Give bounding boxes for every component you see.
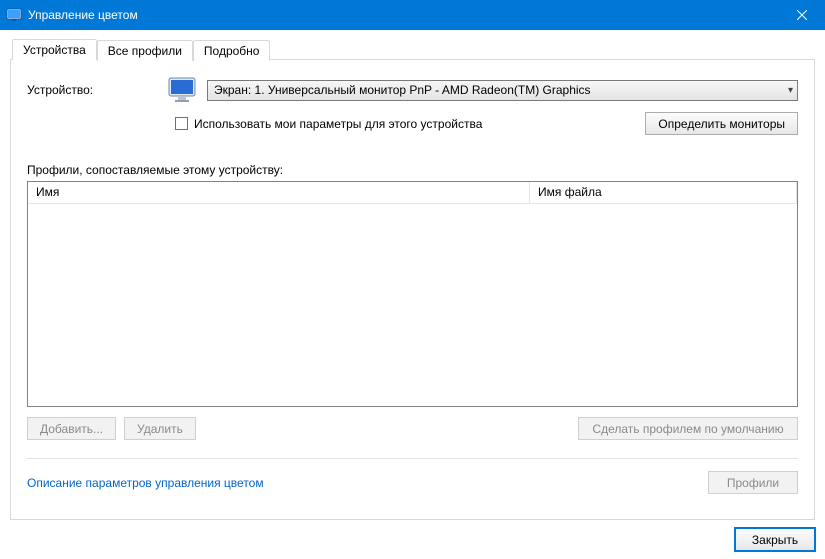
dialog-footer: Закрыть [10, 528, 815, 551]
device-select-value: Экран: 1. Универсальный монитор PnP - AM… [214, 83, 591, 97]
use-my-settings-checkbox[interactable] [175, 117, 188, 130]
profiles-button: Профили [708, 471, 798, 494]
chevron-down-icon: ▾ [788, 85, 793, 96]
description-link[interactable]: Описание параметров управления цветом [27, 476, 264, 490]
device-row: Устройство: Экран: 1. Универсальный мони… [27, 76, 798, 104]
column-file[interactable]: Имя файла [530, 182, 797, 203]
window-title: Управление цветом [28, 8, 779, 22]
device-label: Устройство: [27, 83, 167, 97]
devices-panel: Устройство: Экран: 1. Универсальный мони… [10, 59, 815, 520]
identify-monitors-button[interactable]: Определить мониторы [645, 112, 798, 135]
monitor-icon [167, 76, 199, 104]
add-button: Добавить... [27, 417, 116, 440]
use-settings-row: Использовать мои параметры для этого уст… [27, 112, 798, 135]
column-name[interactable]: Имя [28, 182, 530, 203]
tab-strip: Устройства Все профили Подробно [10, 38, 815, 60]
close-dialog-button[interactable]: Закрыть [735, 528, 815, 551]
tab-all-profiles[interactable]: Все профили [97, 40, 193, 61]
title-bar: Управление цветом [0, 0, 825, 30]
use-my-settings-label: Использовать мои параметры для этого уст… [194, 117, 482, 131]
tab-advanced[interactable]: Подробно [193, 40, 271, 61]
close-button[interactable] [779, 0, 825, 30]
device-select[interactable]: Экран: 1. Универсальный монитор PnP - AM… [207, 80, 798, 101]
divider [27, 458, 798, 459]
tab-devices[interactable]: Устройства [12, 39, 97, 60]
client-area: Устройства Все профили Подробно Устройст… [0, 30, 825, 559]
set-default-button: Сделать профилем по умолчанию [578, 417, 798, 440]
app-icon [6, 7, 22, 23]
profiles-for-device-label: Профили, сопоставляемые этому устройству… [27, 163, 798, 177]
remove-button: Удалить [124, 417, 196, 440]
profiles-list-body [28, 204, 797, 406]
profiles-list-header: Имя Имя файла [28, 182, 797, 204]
profiles-list[interactable]: Имя Имя файла [27, 181, 798, 407]
panel-footer: Описание параметров управления цветом Пр… [27, 471, 798, 494]
profile-buttons-row: Добавить... Удалить Сделать профилем по … [27, 417, 798, 440]
